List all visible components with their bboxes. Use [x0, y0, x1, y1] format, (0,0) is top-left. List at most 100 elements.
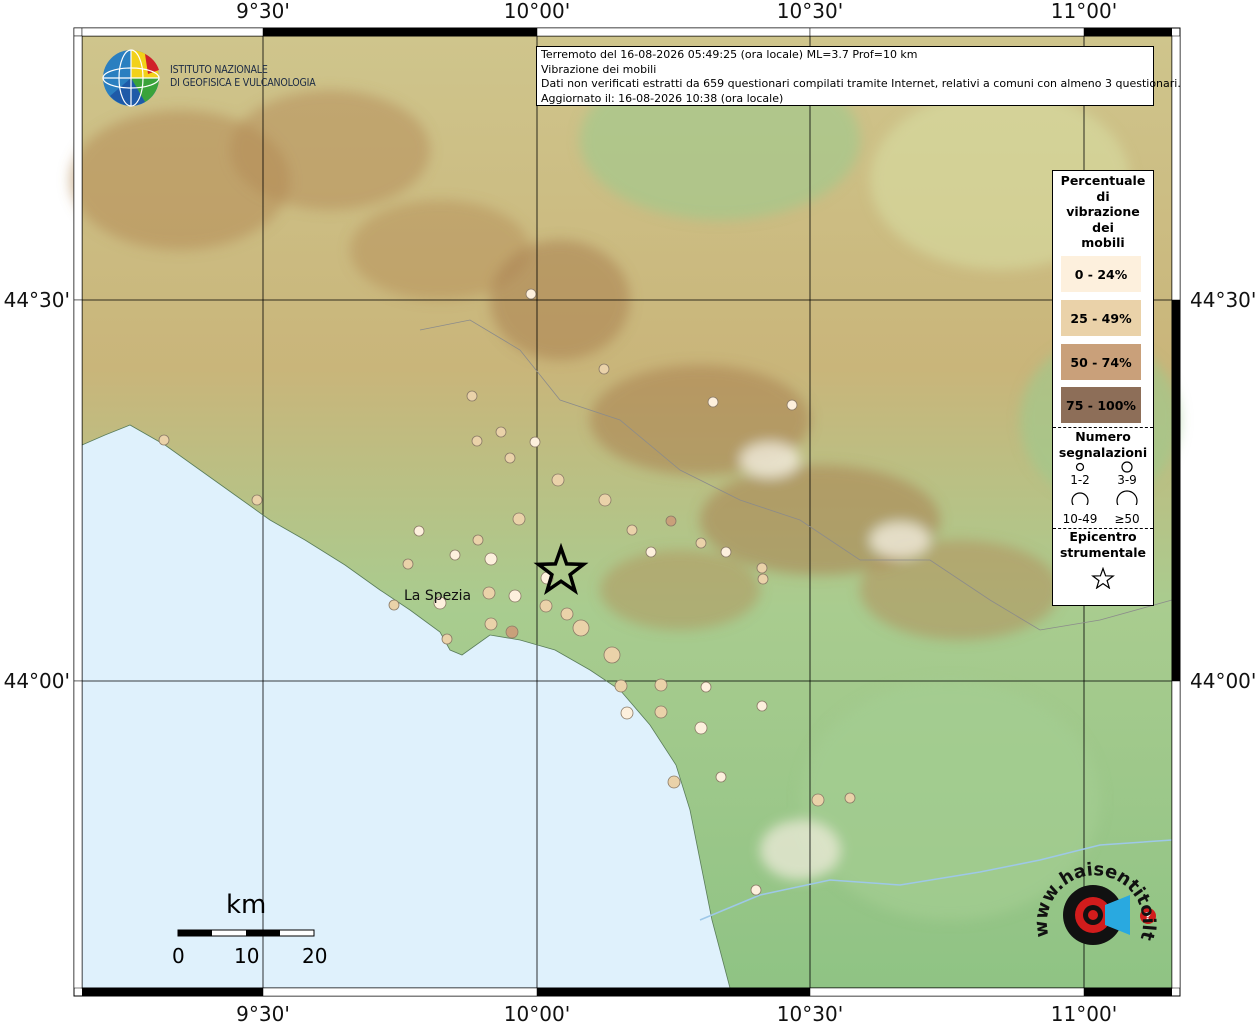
- point: [756, 700, 768, 712]
- scale-tick-10: 10: [234, 944, 260, 968]
- point: [715, 771, 727, 783]
- scale-tick-0: 0: [172, 944, 185, 968]
- point: [700, 681, 712, 693]
- point: [484, 552, 498, 566]
- point: [441, 633, 453, 645]
- point: [654, 705, 668, 719]
- point: [654, 678, 668, 692]
- legend-title-4: dei: [1092, 219, 1114, 235]
- point: [720, 546, 732, 558]
- earthquake-info-box: Terremoto del 16-08-2026 05:49:25 (ora l…: [536, 46, 1181, 106]
- point: [786, 399, 798, 411]
- point: [695, 537, 707, 549]
- point: [251, 494, 263, 506]
- count-symbol-small: [1075, 462, 1085, 472]
- lat-label-left-2: 44°00': [4, 669, 70, 693]
- count-title: Numero segnalazioni: [1053, 429, 1153, 461]
- count-label-4: ≥50: [1114, 512, 1140, 526]
- point: [603, 646, 621, 664]
- ingv-name-line2: DI GEOFISICA E VULCANOLOGIA: [170, 77, 316, 89]
- scale-unit: km: [226, 890, 267, 920]
- point: [620, 706, 634, 720]
- point: [482, 586, 496, 600]
- point: [413, 525, 425, 537]
- legend-class-1: 0 - 24%: [1061, 256, 1141, 292]
- point: [707, 396, 719, 408]
- point: [388, 599, 400, 611]
- lat-label-left-1: 44°30': [4, 288, 70, 312]
- scale-ruler: [177, 929, 315, 937]
- legend-title-2: di: [1096, 188, 1110, 204]
- count-label-1: 1-2: [1070, 473, 1090, 487]
- point: [626, 524, 638, 536]
- info-line-1: Terremoto del 16-08-2026 05:49:25 (ora l…: [541, 48, 918, 61]
- legend-title-3: vibrazione: [1066, 204, 1140, 219]
- point: [560, 607, 574, 621]
- legend-class-3: 50 - 74%: [1061, 344, 1141, 380]
- lat-label-right-2: 44°00': [1190, 669, 1255, 693]
- epicenter-title-2: strumentale: [1059, 545, 1147, 560]
- legend-divider: [1053, 427, 1153, 428]
- count-label-2: 3-9: [1117, 473, 1137, 487]
- legend-class-2: 25 - 49%: [1061, 300, 1141, 336]
- count-symbol-large: [1071, 492, 1089, 505]
- point: [471, 435, 483, 447]
- lon-label-top-3: 10°30': [777, 0, 843, 23]
- point: [694, 721, 708, 735]
- count-symbol-xlarge: [1116, 490, 1138, 505]
- epicenter-star-icon: [1091, 567, 1115, 589]
- lon-label-bottom-1: 9°30': [236, 1002, 290, 1024]
- point: [539, 599, 553, 613]
- point: [756, 562, 768, 574]
- scale-tick-20: 20: [302, 944, 328, 968]
- point: [472, 534, 484, 546]
- legend: Percentuale di vibrazione dei mobili 0 -…: [1052, 170, 1154, 606]
- point: [504, 452, 516, 464]
- ingv-name: ISTITUTO NAZIONALE DI GEOFISICA E VULCAN…: [170, 64, 316, 90]
- count-symbol-medium: [1121, 461, 1133, 473]
- info-line-3: Dati non verificati estratti da 659 ques…: [541, 77, 1181, 90]
- legend-title: Percentuale di vibrazione dei mobili: [1053, 173, 1153, 251]
- point: [484, 617, 498, 631]
- point: [505, 625, 519, 639]
- legend-title-1: Percentuale: [1060, 173, 1146, 188]
- lon-label-bottom-3: 10°30': [777, 1002, 843, 1024]
- point: [665, 515, 677, 527]
- point: [551, 473, 565, 487]
- city-label-la-spezia: La Spezia: [404, 588, 471, 604]
- lon-label-top-1: 9°30': [236, 0, 290, 23]
- point: [508, 589, 522, 603]
- point: [614, 679, 628, 693]
- point: [811, 793, 825, 807]
- count-label-3: 10-49: [1062, 512, 1098, 526]
- point: [750, 884, 762, 896]
- epicenter-title-1: Epicentro: [1069, 529, 1137, 544]
- point: [598, 363, 610, 375]
- point: [512, 512, 526, 526]
- scale-bar: km 0 10 20: [160, 890, 350, 970]
- point: [466, 390, 478, 402]
- point: [495, 426, 507, 438]
- point: [844, 792, 856, 804]
- point: [598, 493, 612, 507]
- ingv-name-line1: ISTITUTO NAZIONALE: [170, 64, 268, 76]
- point: [529, 436, 541, 448]
- point: [402, 558, 414, 570]
- point: [645, 546, 657, 558]
- point: [757, 573, 769, 585]
- info-line-4: Aggiornato il: 16-08-2026 10:38 (ora loc…: [541, 91, 784, 105]
- count-title-1: Numero: [1075, 429, 1131, 444]
- globe-icon: [102, 49, 160, 107]
- epicenter-title: Epicentro strumentale: [1053, 529, 1153, 561]
- point: [525, 288, 537, 300]
- lon-label-top-4: 11°00': [1051, 0, 1117, 23]
- lon-label-top-2: 10°00': [504, 0, 570, 23]
- legend-title-5: mobili: [1081, 235, 1125, 250]
- point: [158, 434, 170, 446]
- info-line-2: Vibrazione dei mobili: [541, 62, 657, 76]
- point: [449, 549, 461, 561]
- legend-class-4: 75 - 100%: [1061, 387, 1141, 423]
- lon-label-bottom-4: 11°00': [1051, 1002, 1117, 1024]
- lon-label-bottom-2: 10°00': [504, 1002, 570, 1024]
- point: [667, 775, 681, 789]
